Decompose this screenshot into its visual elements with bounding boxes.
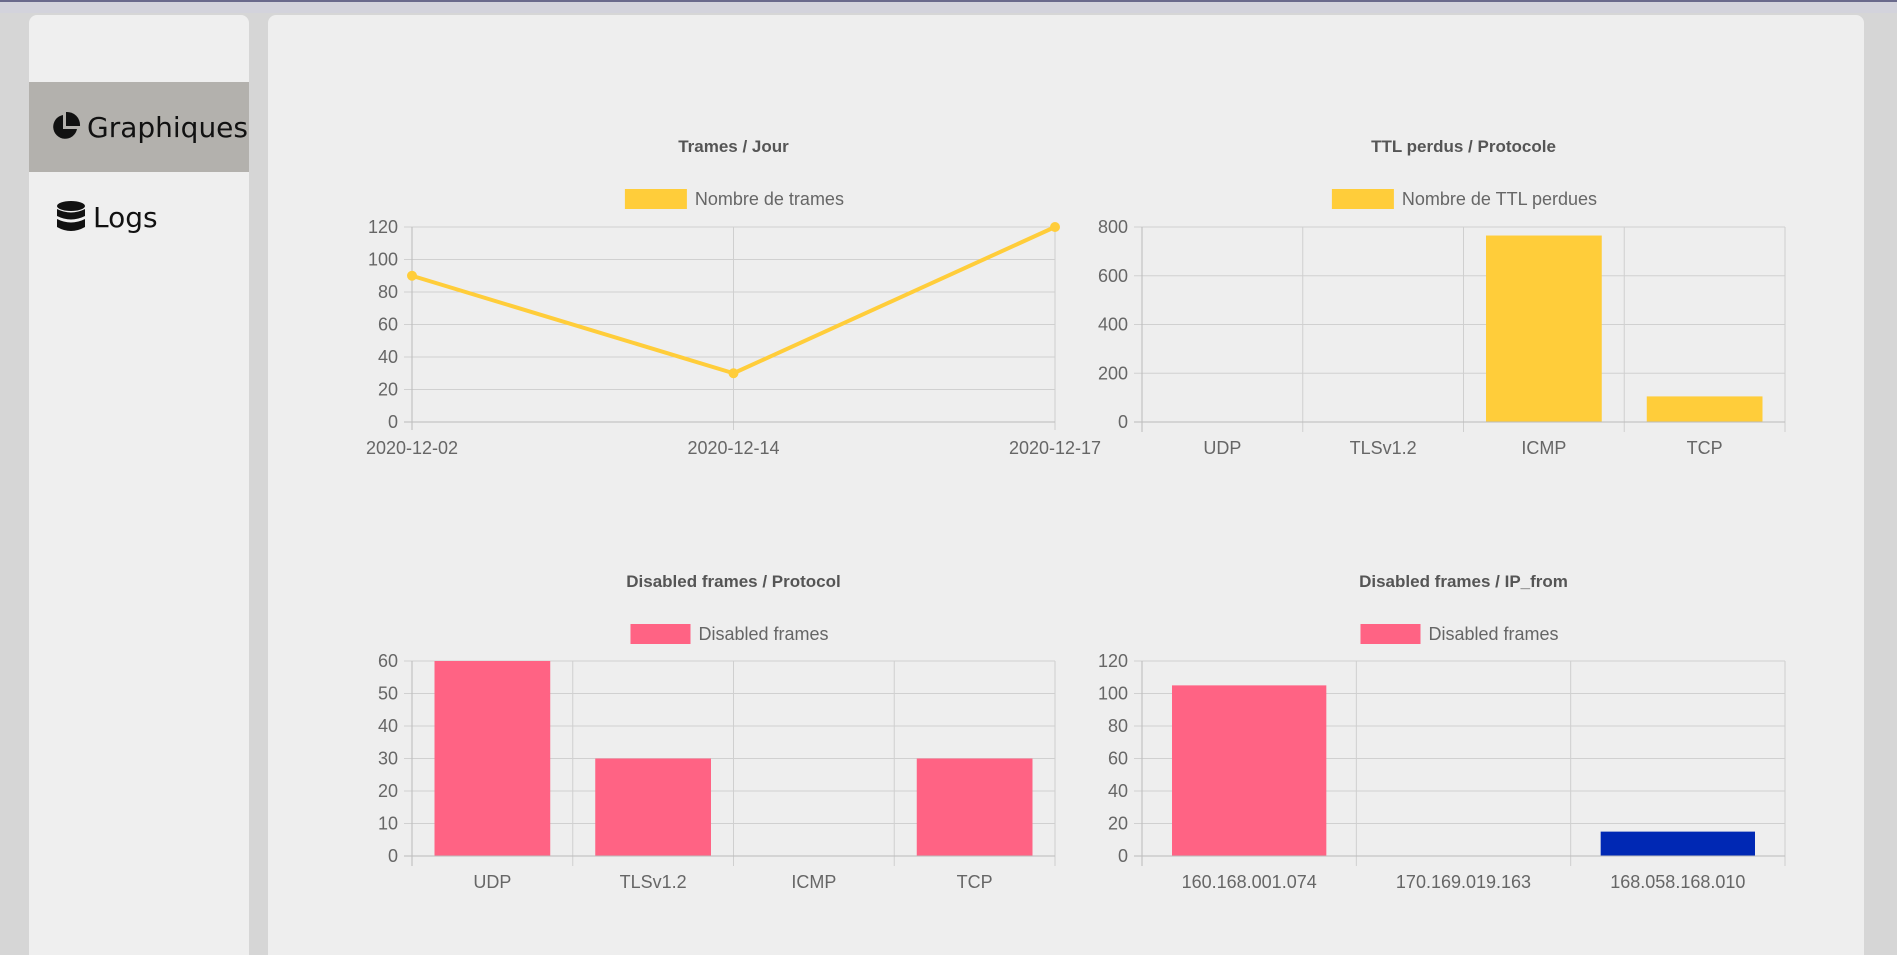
y-tick-label: 20 [378, 781, 398, 801]
x-tick-label: TCP [1687, 438, 1723, 458]
legend-swatch [625, 189, 687, 209]
y-tick-label: 60 [378, 315, 398, 335]
bar [917, 759, 1033, 857]
bar [1601, 832, 1755, 856]
legend-label: Disabled frames [1429, 624, 1559, 644]
y-tick-label: 0 [388, 846, 398, 866]
y-tick-label: 60 [378, 651, 398, 671]
chart-title: Trames / Jour [678, 137, 789, 156]
y-tick-label: 800 [1098, 217, 1128, 237]
pie-chart-icon [47, 109, 83, 145]
bar [1172, 685, 1326, 856]
database-icon [53, 199, 89, 235]
sidebar: Graphiques Logs [29, 15, 249, 955]
y-tick-label: 200 [1098, 363, 1128, 383]
chart-trames-jour: Trames / Jour Nombre de trames 0 20 40 60 80 10… [348, 115, 1068, 515]
legend-label: Nombre de trames [695, 189, 844, 209]
data-point [1050, 222, 1060, 232]
legend-swatch [1361, 624, 1421, 644]
x-tick-label: UDP [1203, 438, 1241, 458]
y-tick-label: 30 [378, 749, 398, 769]
legend-swatch [1332, 189, 1394, 209]
sidebar-item-label: Logs [93, 201, 158, 234]
chart-disabled-frames-protocol: Disabled frames / Protocol Disabled frame… [348, 550, 1068, 950]
legend-label: Disabled frames [699, 624, 829, 644]
x-tick-label: 160.168.001.074 [1182, 872, 1317, 892]
y-tick-label: 40 [378, 716, 398, 736]
y-tick-label: 80 [378, 282, 398, 302]
y-tick-label: 100 [1098, 684, 1128, 704]
sidebar-item-logs[interactable]: Logs [29, 172, 249, 262]
x-tick-label: 2020-12-02 [366, 438, 458, 458]
x-tick-label: TLSv1.2 [620, 872, 687, 892]
x-tick-label: TCP [957, 872, 993, 892]
y-tick-label: 0 [388, 412, 398, 432]
chart-disabled-frames-ip: Disabled frames / IP_from Disabled frames… [1078, 550, 1798, 950]
y-tick-label: 120 [1098, 651, 1128, 671]
y-tick-label: 0 [1118, 846, 1128, 866]
bar [595, 759, 711, 857]
y-tick-label: 100 [368, 250, 398, 270]
x-tick-label: 168.058.168.010 [1610, 872, 1745, 892]
y-tick-label: 400 [1098, 315, 1128, 335]
bar [1647, 396, 1763, 422]
chart-title: Disabled frames / IP_from [1359, 572, 1568, 591]
y-tick-label: 40 [1108, 781, 1128, 801]
bar [435, 661, 551, 856]
x-tick-label: TLSv1.2 [1350, 438, 1417, 458]
data-point [729, 368, 739, 378]
y-tick-label: 40 [378, 347, 398, 367]
y-tick-label: 60 [1108, 749, 1128, 769]
x-tick-label: 2020-12-14 [687, 438, 779, 458]
x-tick-label: 170.169.019.163 [1396, 872, 1531, 892]
chart-title: Disabled frames / Protocol [626, 572, 840, 591]
y-tick-label: 10 [378, 814, 398, 834]
chart-title: TTL perdus / Protocole [1371, 137, 1556, 156]
window-top-bar [0, 0, 1897, 13]
sidebar-item-graphiques[interactable]: Graphiques [29, 82, 249, 172]
y-tick-label: 80 [1108, 716, 1128, 736]
y-tick-label: 0 [1118, 412, 1128, 432]
y-tick-label: 600 [1098, 266, 1128, 286]
y-tick-label: 120 [368, 217, 398, 237]
sidebar-item-label: Graphiques [87, 111, 248, 144]
y-tick-label: 50 [378, 684, 398, 704]
legend-label: Nombre de TTL perdues [1402, 189, 1597, 209]
chart-ttl-perdus: TTL perdus / Protocole Nombre de TTL perd… [1078, 115, 1798, 515]
main-content: Trames / Jour Nombre de trames 0 20 40 60 80 10… [268, 15, 1864, 955]
data-point [407, 271, 417, 281]
x-tick-label: ICMP [791, 872, 836, 892]
y-tick-label: 20 [378, 380, 398, 400]
legend-swatch [631, 624, 691, 644]
x-tick-label: UDP [473, 872, 511, 892]
x-tick-label: ICMP [1521, 438, 1566, 458]
bar [1486, 236, 1602, 422]
y-tick-label: 20 [1108, 814, 1128, 834]
